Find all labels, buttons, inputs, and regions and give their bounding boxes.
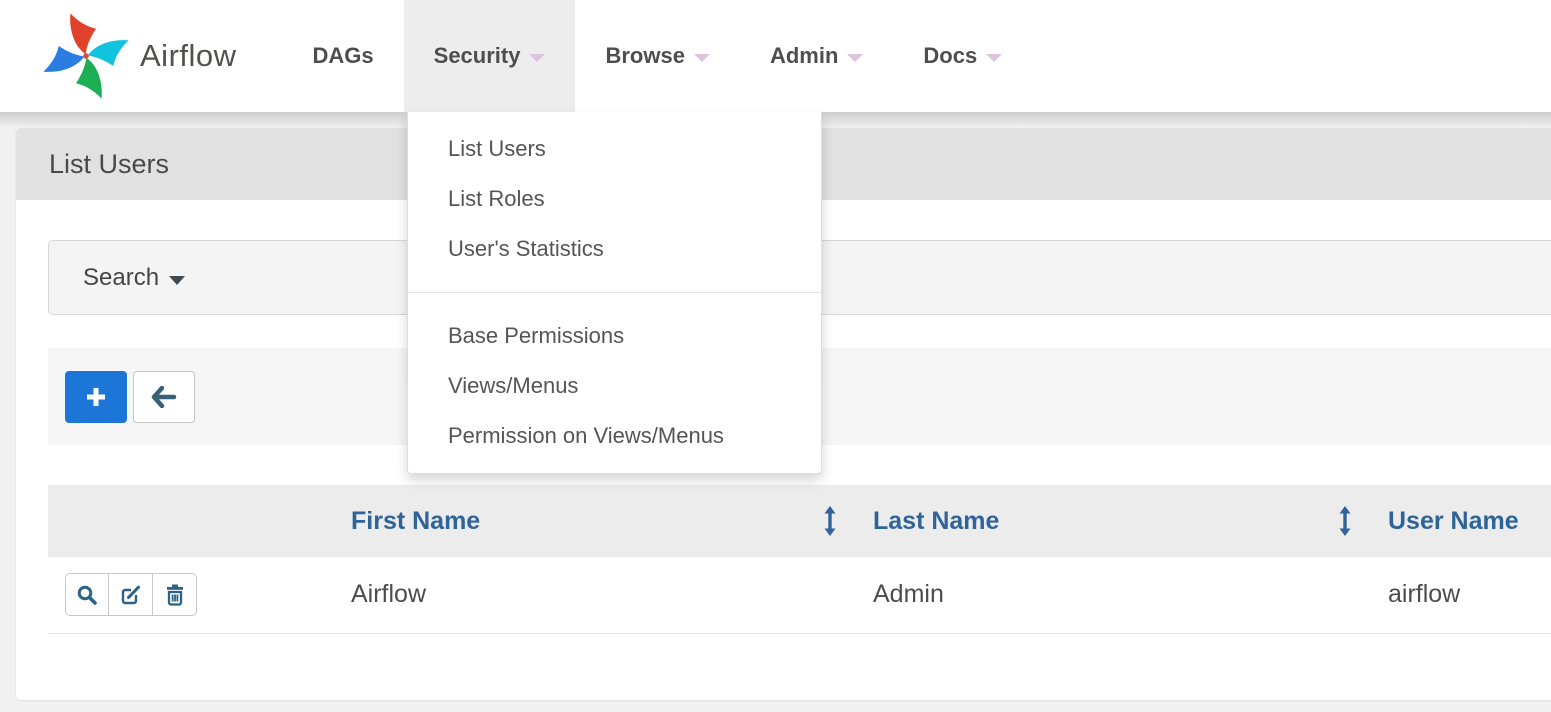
chevron-down-icon	[694, 54, 710, 62]
nav-item-browse[interactable]: Browse	[575, 0, 739, 112]
menu-item-views-menus[interactable]: Views/Menus	[408, 361, 821, 411]
sort-icon[interactable]	[822, 506, 838, 536]
plus-icon	[84, 385, 108, 409]
table-header-row: First Name	[48, 485, 1551, 557]
sort-icon[interactable]	[1337, 506, 1353, 536]
menu-item-permission-on-views-menus[interactable]: Permission on Views/Menus	[408, 411, 821, 461]
actions-column-header	[48, 485, 338, 557]
chevron-down-icon	[847, 54, 863, 62]
menu-item-list-roles[interactable]: List Roles	[408, 174, 821, 224]
table-row: Airflow Admin airflow	[48, 557, 1551, 633]
nav-label: Security	[434, 43, 521, 69]
show-record-button[interactable]	[65, 573, 109, 616]
nav-item-admin[interactable]: Admin	[740, 0, 893, 112]
nav-label: Admin	[770, 43, 838, 69]
column-header-user-name[interactable]: User Name	[1375, 485, 1551, 557]
delete-record-button[interactable]	[153, 573, 197, 616]
column-label: Last Name	[873, 507, 999, 536]
row-action-group	[65, 573, 197, 616]
chevron-down-icon	[529, 54, 545, 62]
menu-item-list-users[interactable]: List Users	[408, 124, 821, 174]
trash-icon	[164, 583, 186, 606]
edit-record-button[interactable]	[109, 573, 153, 616]
chevron-down-icon	[986, 54, 1002, 62]
arrow-left-icon	[151, 386, 177, 408]
navbar: Airflow DAGs Security Browse Admin Docs	[0, 0, 1551, 112]
column-label: User Name	[1388, 507, 1519, 535]
nav-label: Docs	[923, 43, 977, 69]
row-actions-cell	[48, 557, 338, 633]
nav-item-security[interactable]: Security	[404, 0, 576, 112]
table-header: First Name	[48, 485, 1551, 557]
magnifier-icon	[76, 584, 98, 606]
security-dropdown-menu: List Users List Roles User's Statistics …	[407, 112, 822, 474]
search-label: Search	[83, 264, 159, 292]
column-header-last-name[interactable]: Last Name	[860, 485, 1375, 557]
airflow-brand[interactable]: Airflow	[38, 0, 237, 112]
menu-item-users-statistics[interactable]: User's Statistics	[408, 224, 821, 274]
edit-icon	[120, 584, 142, 606]
airflow-pinwheel-logo-icon	[38, 8, 134, 104]
nav-item-docs[interactable]: Docs	[893, 0, 1032, 112]
menu-item-base-permissions[interactable]: Base Permissions	[408, 311, 821, 361]
add-record-button[interactable]	[65, 371, 127, 423]
nav-label: DAGs	[313, 43, 374, 69]
cell-last-name: Admin	[860, 557, 1375, 633]
nav-item-dags[interactable]: DAGs	[283, 0, 404, 112]
users-table: First Name	[48, 485, 1551, 634]
menu-divider	[408, 292, 821, 293]
cell-first-name: Airflow	[338, 557, 860, 633]
page-title: List Users	[49, 149, 169, 180]
column-label: First Name	[351, 507, 480, 536]
column-header-first-name[interactable]: First Name	[338, 485, 860, 557]
back-button[interactable]	[133, 371, 195, 423]
caret-down-icon	[169, 276, 185, 285]
nav-label: Browse	[605, 43, 684, 69]
main-nav: DAGs Security Browse Admin Docs	[283, 0, 1033, 112]
brand-title: Airflow	[140, 38, 237, 74]
cell-user-name: airflow	[1375, 557, 1551, 633]
